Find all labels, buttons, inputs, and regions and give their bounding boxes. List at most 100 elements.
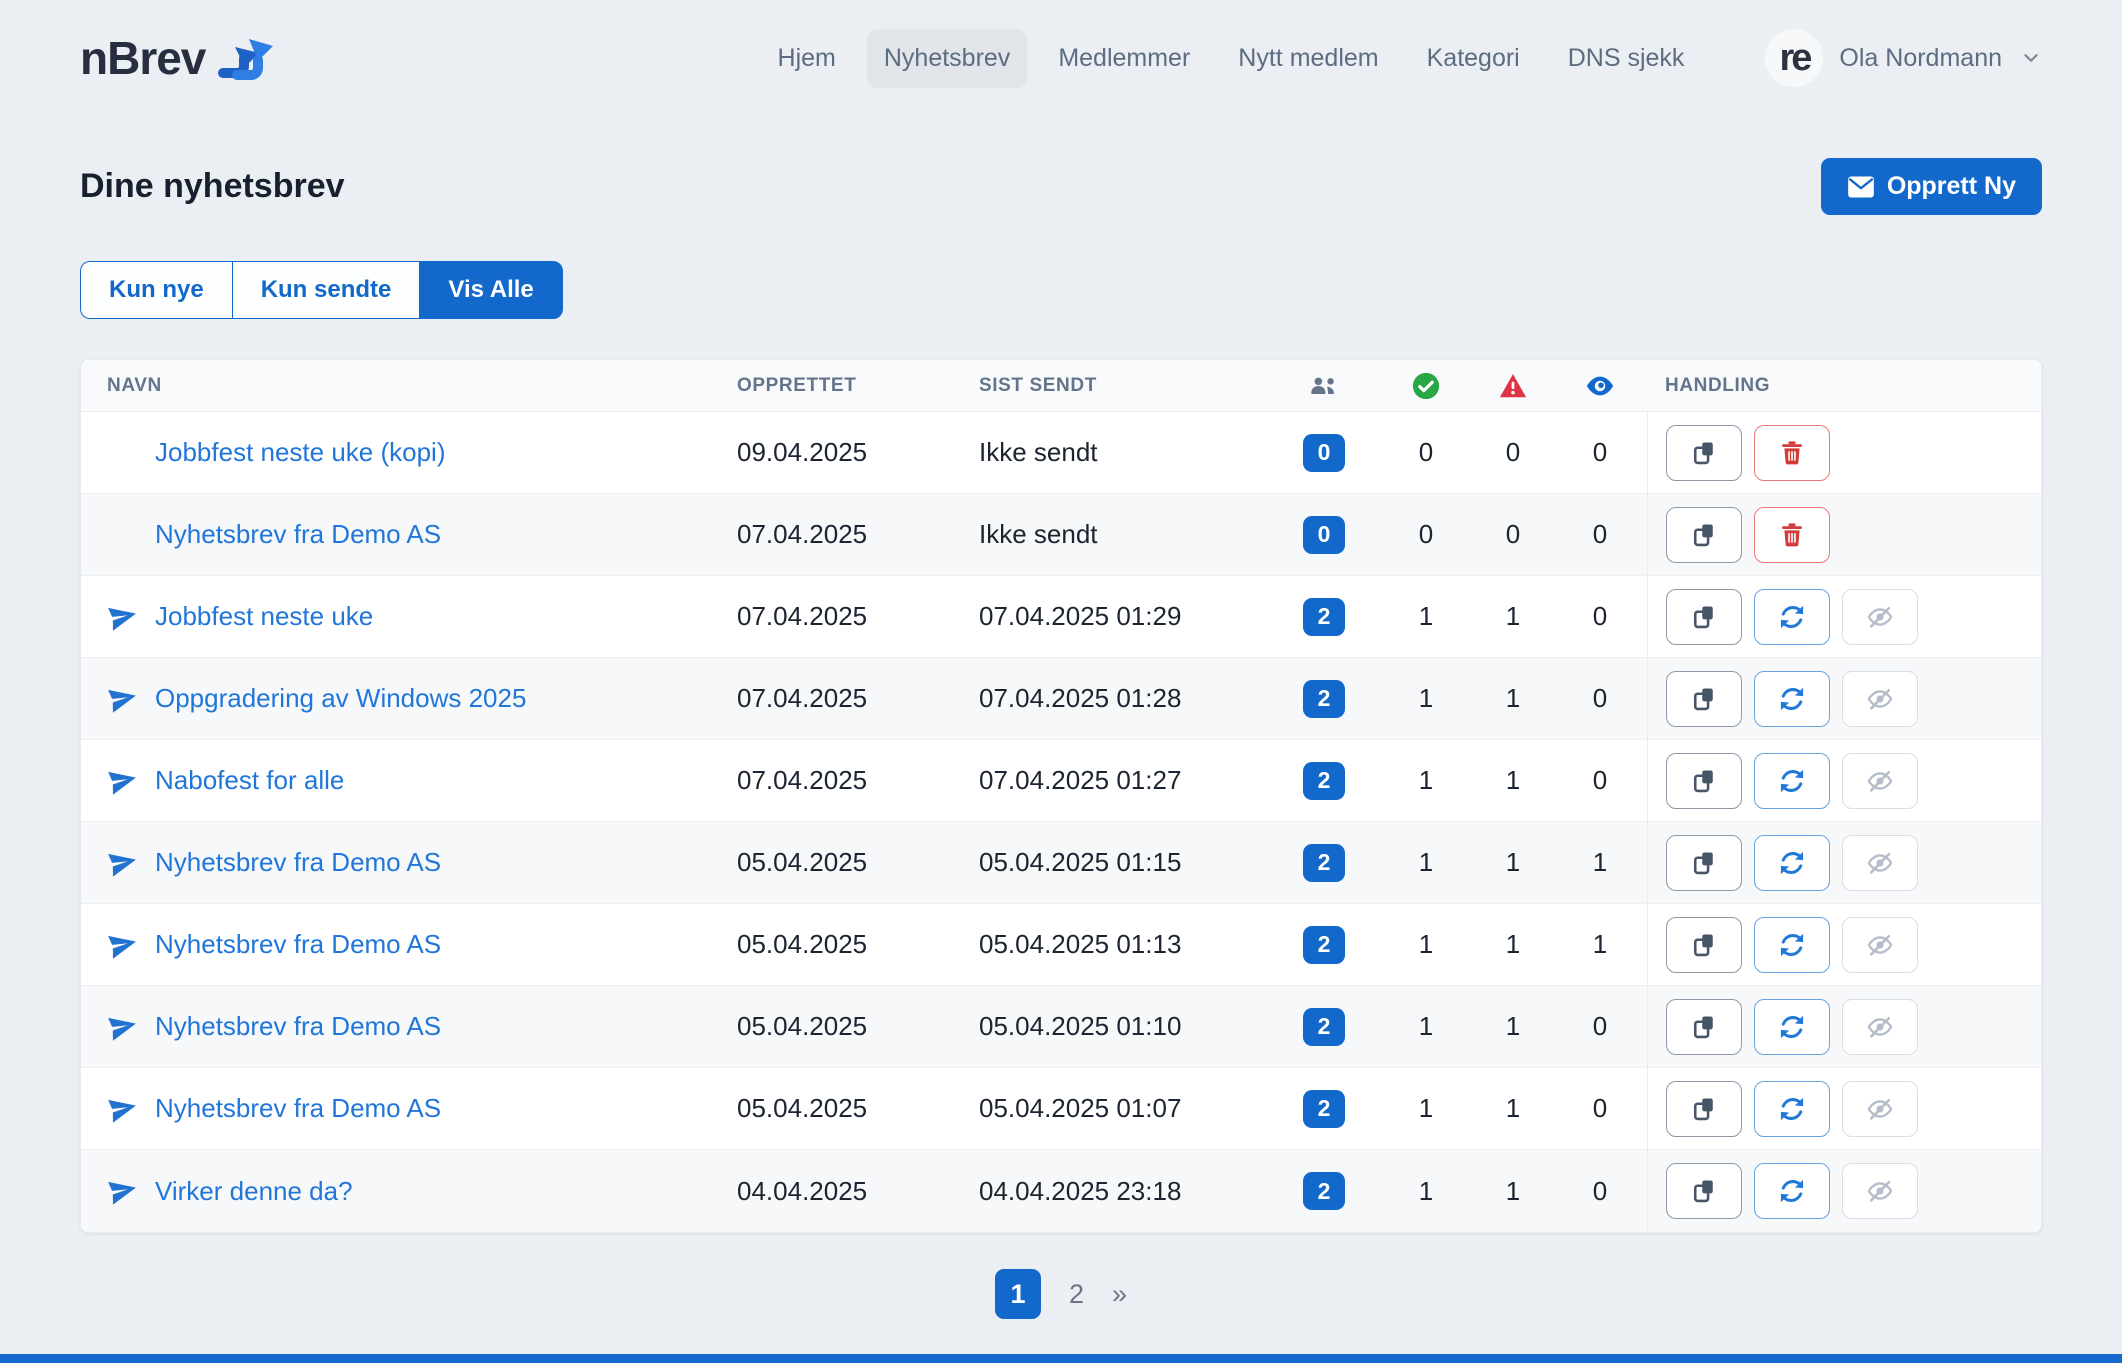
newsletter-link[interactable]: Virker denne da? [155, 1176, 353, 1207]
resend-button[interactable] [1754, 1163, 1830, 1219]
resend-button[interactable] [1754, 917, 1830, 973]
resend-button[interactable] [1754, 1081, 1830, 1137]
resend-button[interactable] [1754, 671, 1830, 727]
delivered-count: 0 [1379, 519, 1473, 550]
paper-plane-icon [104, 1008, 142, 1046]
copy-button[interactable] [1666, 753, 1742, 809]
copy-icon [1690, 1095, 1718, 1123]
newsletter-link[interactable]: Nyhetsbrev fra Demo AS [155, 847, 441, 878]
newsletter-link[interactable]: Nyhetsbrev fra Demo AS [155, 1011, 441, 1042]
column-header-opprettet: OPPRETTET [737, 375, 979, 397]
paper-plane-icon [104, 926, 142, 964]
delete-button[interactable] [1754, 425, 1830, 481]
nav-item-kategori[interactable]: Kategori [1410, 29, 1537, 88]
send-arrow-logo-icon [215, 33, 273, 83]
hide-stats-button[interactable] [1842, 917, 1918, 973]
row-actions [1647, 412, 2041, 493]
copy-button[interactable] [1666, 1163, 1742, 1219]
copy-button[interactable] [1666, 835, 1742, 891]
resend-button[interactable] [1754, 753, 1830, 809]
hide-stats-button[interactable] [1842, 671, 1918, 727]
views-count: 0 [1553, 519, 1647, 550]
last-sent: Ikke sendt [979, 437, 1269, 468]
table-row: Nyhetsbrev fra Demo AS 05.04.2025 05.04.… [81, 986, 2041, 1068]
row-actions [1647, 986, 2041, 1067]
hide-stats-button[interactable] [1842, 1163, 1918, 1219]
newsletter-link[interactable]: Oppgradering av Windows 2025 [155, 683, 526, 714]
copy-button[interactable] [1666, 425, 1742, 481]
top-bar: nBrev Hjem Nyhetsbrev Medlemmer Nytt med… [80, 0, 2042, 116]
created-date: 05.04.2025 [737, 1093, 979, 1124]
next-page-button[interactable]: » [1112, 1279, 1127, 1310]
delete-button[interactable] [1754, 507, 1830, 563]
created-date: 07.04.2025 [737, 683, 979, 714]
failed-count: 1 [1473, 601, 1553, 632]
last-sent: 07.04.2025 01:27 [979, 765, 1269, 796]
column-header-handling: HANDLING [1647, 375, 2041, 397]
created-date: 09.04.2025 [737, 437, 979, 468]
table-header-row: NAVN OPPRETTET SIST SENDT [81, 360, 2041, 412]
nav-item-hjem[interactable]: Hjem [761, 29, 853, 88]
page-1-button[interactable]: 1 [995, 1269, 1041, 1319]
last-sent: 04.04.2025 23:18 [979, 1176, 1269, 1207]
members-badge: 2 [1303, 598, 1345, 636]
created-date: 04.04.2025 [737, 1176, 979, 1207]
hide-stats-button[interactable] [1842, 835, 1918, 891]
nav-item-nyhetsbrev[interactable]: Nyhetsbrev [867, 29, 1027, 88]
last-sent: 05.04.2025 01:13 [979, 929, 1269, 960]
footer-accent-bar [0, 1354, 2122, 1363]
hide-stats-button[interactable] [1842, 589, 1918, 645]
resend-button[interactable] [1754, 835, 1830, 891]
hide-stats-button[interactable] [1842, 999, 1918, 1055]
copy-button[interactable] [1666, 917, 1742, 973]
copy-button[interactable] [1666, 671, 1742, 727]
row-actions [1647, 1150, 2041, 1232]
filter-group: Kun nye Kun sendte Vis Alle [80, 261, 2042, 319]
copy-icon [1690, 849, 1718, 877]
copy-button[interactable] [1666, 507, 1742, 563]
copy-icon [1690, 603, 1718, 631]
newsletter-link[interactable]: Jobbfest neste uke [155, 601, 373, 632]
copy-button[interactable] [1666, 1081, 1742, 1137]
last-sent: 07.04.2025 01:29 [979, 601, 1269, 632]
brand-name: nBrev [80, 31, 205, 85]
newsletter-link[interactable]: Nyhetsbrev fra Demo AS [155, 929, 441, 960]
nav-item-nytt-medlem[interactable]: Nytt medlem [1221, 29, 1395, 88]
failed-count: 1 [1473, 929, 1553, 960]
page-2-button[interactable]: 2 [1069, 1279, 1084, 1310]
resend-button[interactable] [1754, 589, 1830, 645]
created-date: 05.04.2025 [737, 1011, 979, 1042]
resend-button[interactable] [1754, 999, 1830, 1055]
views-count: 0 [1553, 437, 1647, 468]
delivered-count: 1 [1379, 929, 1473, 960]
members-badge: 2 [1303, 1008, 1345, 1046]
nav-item-dns-sjekk[interactable]: DNS sjekk [1551, 29, 1702, 88]
copy-button[interactable] [1666, 999, 1742, 1055]
eye-slash-icon [1866, 1177, 1894, 1205]
created-date: 05.04.2025 [737, 847, 979, 878]
hide-stats-button[interactable] [1842, 753, 1918, 809]
user-menu[interactable]: re Ola Nordmann [1765, 29, 2042, 87]
newsletter-link[interactable]: Jobbfest neste uke (kopi) [155, 437, 446, 468]
main-nav: Hjem Nyhetsbrev Medlemmer Nytt medlem Ka… [761, 29, 1702, 88]
newsletter-link[interactable]: Nyhetsbrev fra Demo AS [155, 519, 441, 550]
last-sent: Ikke sendt [979, 519, 1269, 550]
filter-vis-alle-button[interactable]: Vis Alle [419, 261, 562, 319]
newsletter-link[interactable]: Nyhetsbrev fra Demo AS [155, 1093, 441, 1124]
copy-icon [1690, 767, 1718, 795]
copy-button[interactable] [1666, 589, 1742, 645]
nav-item-medlemmer[interactable]: Medlemmer [1041, 29, 1207, 88]
brand-logo[interactable]: nBrev [80, 31, 273, 85]
create-newsletter-button[interactable]: Opprett Ny [1821, 158, 2042, 215]
table-row: Nabofest for alle 07.04.2025 07.04.2025 … [81, 740, 2041, 822]
filter-kun-sendte-button[interactable]: Kun sendte [232, 261, 420, 319]
filter-kun-nye-button[interactable]: Kun nye [80, 261, 232, 319]
page-title: Dine nyhetsbrev [80, 167, 345, 206]
user-name: Ola Nordmann [1839, 44, 2002, 73]
hide-stats-button[interactable] [1842, 1081, 1918, 1137]
delivered-count: 1 [1379, 683, 1473, 714]
paper-plane-icon [104, 762, 142, 800]
eye-slash-icon [1866, 931, 1894, 959]
newsletter-link[interactable]: Nabofest for alle [155, 765, 344, 796]
failed-count: 1 [1473, 847, 1553, 878]
